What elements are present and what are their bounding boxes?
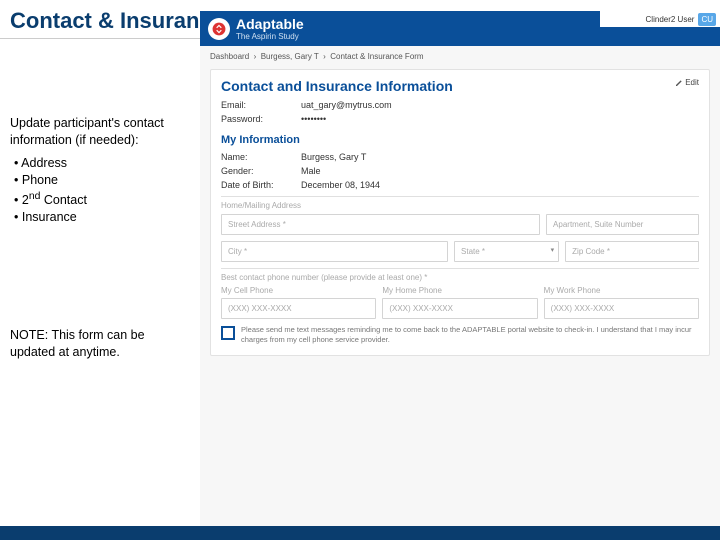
- note-text: NOTE: This form can be updated at anytim…: [10, 327, 194, 361]
- name-label: Name:: [221, 152, 301, 162]
- app-screenshot: Adaptable The Aspirin Study Clinder2 Use…: [200, 11, 720, 526]
- my-information-heading: My Information: [221, 134, 699, 146]
- user-avatar-chip[interactable]: CU: [698, 13, 716, 26]
- gender-value: Male: [301, 166, 321, 176]
- email-value: uat_gary@mytrus.com: [301, 100, 392, 110]
- gender-label: Gender:: [221, 166, 301, 176]
- email-label: Email:: [221, 100, 301, 110]
- pencil-icon: [675, 79, 683, 87]
- footer-bar: [0, 526, 720, 540]
- bullet-item: Insurance: [14, 209, 194, 227]
- street-address-input[interactable]: Street Address *: [221, 214, 540, 235]
- cell-phone-input[interactable]: (XXX) XXX-XXXX: [221, 298, 376, 319]
- instruction-text: Update participant's contact information…: [10, 115, 194, 149]
- sms-consent-text: Please send me text messages reminding m…: [241, 325, 699, 345]
- name-value: Burgess, Gary T: [301, 152, 366, 162]
- home-phone-input[interactable]: (XXX) XXX-XXXX: [382, 298, 537, 319]
- password-value: ••••••••: [301, 114, 326, 124]
- app-name: Adaptable: [236, 16, 304, 32]
- work-phone-input[interactable]: (XXX) XXX-XXXX: [544, 298, 699, 319]
- contact-insurance-card: Edit Contact and Insurance Information E…: [210, 69, 710, 356]
- instructions-panel: Update participant's contact information…: [0, 107, 200, 526]
- city-input[interactable]: City *: [221, 241, 448, 262]
- user-label: Clinder2 User: [646, 15, 695, 24]
- dob-label: Date of Birth:: [221, 180, 301, 190]
- password-label: Password:: [221, 114, 301, 124]
- phone-section-label: Best contact phone number (please provid…: [221, 273, 699, 282]
- app-subtitle: The Aspirin Study: [236, 32, 304, 41]
- bullet-item: 2nd Contact: [14, 190, 194, 210]
- bullet-item: Address: [14, 155, 194, 173]
- cell-phone-label: My Cell Phone: [221, 286, 376, 295]
- work-phone-label: My Work Phone: [544, 286, 699, 295]
- dob-value: December 08, 1944: [301, 180, 380, 190]
- card-title: Contact and Insurance Information: [221, 78, 699, 94]
- apartment-input[interactable]: Apartment, Suite Number: [546, 214, 699, 235]
- breadcrumb[interactable]: Dashboard › Burgess, Gary T › Contact & …: [210, 52, 710, 61]
- edit-button[interactable]: Edit: [675, 78, 699, 87]
- zip-input[interactable]: Zip Code *: [565, 241, 699, 262]
- logo-icon: [208, 18, 230, 40]
- home-phone-label: My Home Phone: [382, 286, 537, 295]
- bullet-item: Phone: [14, 172, 194, 190]
- sms-consent-checkbox[interactable]: [221, 326, 235, 340]
- address-section-label: Home/Mailing Address: [221, 201, 699, 210]
- state-select[interactable]: State *: [454, 241, 559, 262]
- app-header: Adaptable The Aspirin Study Clinder2 Use…: [200, 11, 720, 46]
